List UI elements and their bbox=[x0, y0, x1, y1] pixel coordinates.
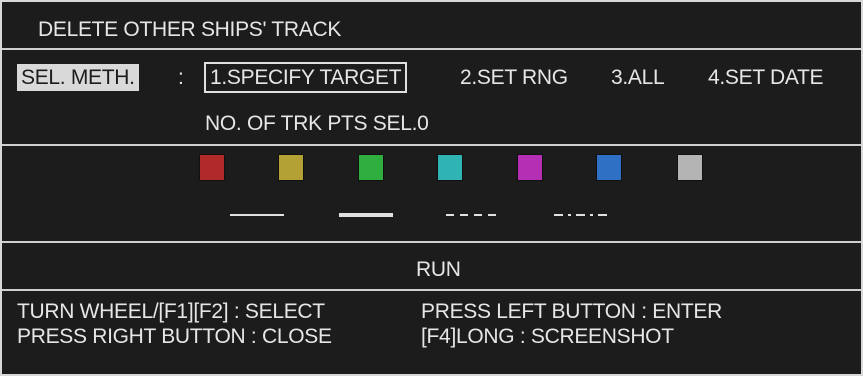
help-screenshot: [F4]LONG : SCREENSHOT bbox=[421, 325, 674, 348]
line-style-dashed[interactable] bbox=[446, 214, 502, 216]
help-close: PRESS RIGHT BUTTON : CLOSE bbox=[17, 325, 332, 348]
line-style-solid-thick[interactable] bbox=[339, 213, 393, 217]
method-divider bbox=[2, 144, 861, 146]
line-style-solid-thin[interactable] bbox=[230, 214, 284, 216]
selection-method-label[interactable]: SEL. METH. bbox=[17, 64, 139, 91]
color-swatch-gray[interactable] bbox=[677, 154, 703, 181]
track-points-selected-count: NO. OF TRK PTS SEL.0 bbox=[205, 112, 429, 135]
color-swatch-red[interactable] bbox=[199, 154, 225, 181]
title-divider bbox=[2, 48, 861, 50]
help-enter: PRESS LEFT BUTTON : ENTER bbox=[421, 300, 722, 323]
delete-track-dialog: DELETE OTHER SHIPS' TRACK SEL. METH. : 1… bbox=[0, 0, 863, 376]
option-all[interactable]: 3.ALL bbox=[611, 67, 665, 88]
color-swatch-magenta[interactable] bbox=[517, 154, 543, 181]
color-swatch-yellow[interactable] bbox=[278, 154, 304, 181]
option-set-range[interactable]: 2.SET RNG bbox=[460, 67, 568, 88]
option-set-date[interactable]: 4.SET DATE bbox=[708, 67, 824, 88]
help-select: TURN WHEEL/[F1][F2] : SELECT bbox=[17, 300, 325, 323]
line-style-dash-dot[interactable] bbox=[554, 214, 610, 216]
color-swatch-cyan[interactable] bbox=[437, 154, 463, 181]
style-divider bbox=[2, 241, 861, 243]
run-button[interactable]: RUN bbox=[416, 259, 461, 280]
color-swatch-green[interactable] bbox=[358, 154, 384, 181]
option-specify-target[interactable]: 1.SPECIFY TARGET bbox=[204, 62, 408, 93]
dialog-title: DELETE OTHER SHIPS' TRACK bbox=[38, 18, 342, 41]
selection-method-separator: : bbox=[178, 66, 184, 89]
color-swatch-blue[interactable] bbox=[596, 154, 622, 181]
run-divider bbox=[2, 289, 861, 291]
